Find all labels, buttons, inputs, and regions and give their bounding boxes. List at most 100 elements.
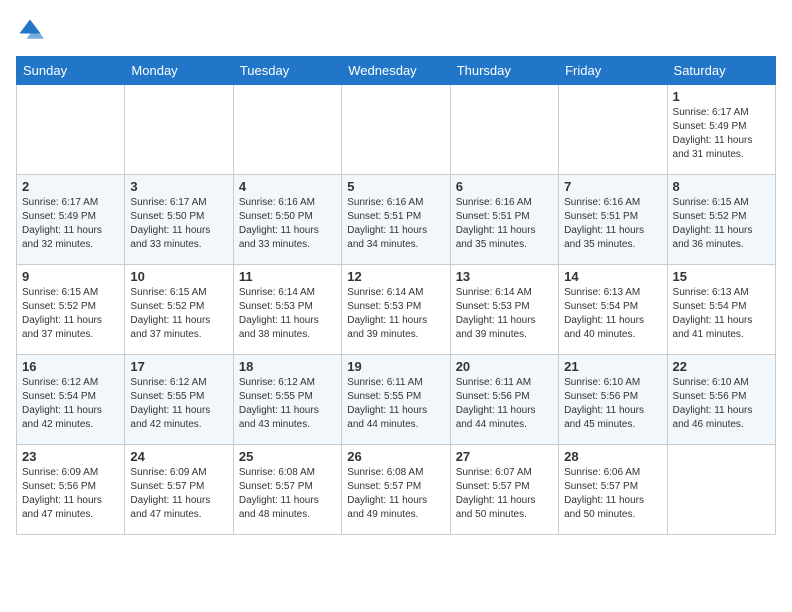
week-row-2: 2 Sunrise: 6:17 AM Sunset: 5:49 PM Daylig…	[17, 175, 776, 265]
week-row-1: 1 Sunrise: 6:17 AM Sunset: 5:49 PM Daylig…	[17, 85, 776, 175]
weekday-header-sunday: Sunday	[17, 57, 125, 85]
day-number: 14	[564, 269, 661, 284]
day-info: Sunrise: 6:12 AM Sunset: 5:55 PM Dayligh…	[130, 376, 227, 432]
calendar-table: SundayMondayTuesdayWednesdayThursdayFrid…	[16, 56, 776, 535]
calendar-cell: 9Sunrise: 6:15 AM Sunset: 5:52 PM Daylig…	[17, 265, 125, 355]
day-number: 15	[673, 269, 770, 284]
calendar-cell: 12 Sunrise: 6:14 AM Sunset: 5:53 PM Dayli…	[342, 265, 450, 355]
day-info: Sunrise: 6:16 AM Sunset: 5:51 PM Dayligh…	[564, 196, 661, 252]
weekday-header-wednesday: Wednesday	[342, 57, 450, 85]
calendar-cell: 21 Sunrise: 6:10 AM Sunset: 5:56 PM Dayli…	[559, 355, 667, 445]
day-info: Sunrise: 6:06 AM Sunset: 5:57 PM Dayligh…	[564, 466, 661, 522]
logo-icon	[16, 16, 44, 44]
calendar-cell: 28 Sunrise: 6:06 AM Sunset: 5:57 PM Dayli…	[559, 445, 667, 535]
calendar-cell: 18Sunrise: 6:12 AM Sunset: 5:55 PM Dayli…	[233, 355, 341, 445]
calendar-cell	[17, 85, 125, 175]
calendar-cell	[559, 85, 667, 175]
calendar-cell	[667, 445, 775, 535]
calendar-cell: 22 Sunrise: 6:10 AM Sunset: 5:56 PM Dayli…	[667, 355, 775, 445]
day-info: Sunrise: 6:15 AM Sunset: 5:52 PM Dayligh…	[22, 286, 119, 342]
day-number: 20	[456, 359, 553, 374]
day-number: 16	[22, 359, 119, 374]
calendar-cell: 6 Sunrise: 6:16 AM Sunset: 5:51 PM Daylig…	[450, 175, 558, 265]
calendar-cell	[125, 85, 233, 175]
weekday-header-friday: Friday	[559, 57, 667, 85]
day-number: 22	[673, 359, 770, 374]
day-number: 8	[673, 179, 770, 194]
calendar-cell: 25 Sunrise: 6:08 AM Sunset: 5:57 PM Dayli…	[233, 445, 341, 535]
day-info: Sunrise: 6:15 AM Sunset: 5:52 PM Dayligh…	[130, 286, 227, 342]
day-number: 3	[130, 179, 227, 194]
week-row-3: 9Sunrise: 6:15 AM Sunset: 5:52 PM Daylig…	[17, 265, 776, 355]
day-info: Sunrise: 6:13 AM Sunset: 5:54 PM Dayligh…	[564, 286, 661, 342]
day-info: Sunrise: 6:17 AM Sunset: 5:49 PM Dayligh…	[22, 196, 119, 252]
calendar-cell: 13 Sunrise: 6:14 AM Sunset: 5:53 PM Dayli…	[450, 265, 558, 355]
day-number: 13	[456, 269, 553, 284]
calendar-cell: 1 Sunrise: 6:17 AM Sunset: 5:49 PM Daylig…	[667, 85, 775, 175]
day-info: Sunrise: 6:11 AM Sunset: 5:55 PM Dayligh…	[347, 376, 444, 432]
day-info: Sunrise: 6:14 AM Sunset: 5:53 PM Dayligh…	[456, 286, 553, 342]
day-info: Sunrise: 6:07 AM Sunset: 5:57 PM Dayligh…	[456, 466, 553, 522]
day-info: Sunrise: 6:10 AM Sunset: 5:56 PM Dayligh…	[564, 376, 661, 432]
day-number: 17	[130, 359, 227, 374]
day-number: 5	[347, 179, 444, 194]
weekday-header-saturday: Saturday	[667, 57, 775, 85]
day-number: 2	[22, 179, 119, 194]
day-number: 7	[564, 179, 661, 194]
day-number: 25	[239, 449, 336, 464]
weekday-header-monday: Monday	[125, 57, 233, 85]
day-info: Sunrise: 6:14 AM Sunset: 5:53 PM Dayligh…	[239, 286, 336, 342]
calendar-cell: 23 Sunrise: 6:09 AM Sunset: 5:56 PM Dayli…	[17, 445, 125, 535]
day-info: Sunrise: 6:08 AM Sunset: 5:57 PM Dayligh…	[347, 466, 444, 522]
calendar-cell: 24Sunrise: 6:09 AM Sunset: 5:57 PM Dayli…	[125, 445, 233, 535]
day-number: 1	[673, 89, 770, 104]
day-number: 23	[22, 449, 119, 464]
day-number: 19	[347, 359, 444, 374]
day-info: Sunrise: 6:14 AM Sunset: 5:53 PM Dayligh…	[347, 286, 444, 342]
day-info: Sunrise: 6:13 AM Sunset: 5:54 PM Dayligh…	[673, 286, 770, 342]
day-number: 21	[564, 359, 661, 374]
day-number: 4	[239, 179, 336, 194]
calendar-cell: 7 Sunrise: 6:16 AM Sunset: 5:51 PM Daylig…	[559, 175, 667, 265]
logo	[16, 16, 48, 44]
calendar-cell	[450, 85, 558, 175]
week-row-4: 16 Sunrise: 6:12 AM Sunset: 5:54 PM Dayli…	[17, 355, 776, 445]
weekday-header-tuesday: Tuesday	[233, 57, 341, 85]
calendar-cell: 15 Sunrise: 6:13 AM Sunset: 5:54 PM Dayli…	[667, 265, 775, 355]
calendar-cell: 11 Sunrise: 6:14 AM Sunset: 5:53 PM Dayli…	[233, 265, 341, 355]
day-number: 27	[456, 449, 553, 464]
week-row-5: 23 Sunrise: 6:09 AM Sunset: 5:56 PM Dayli…	[17, 445, 776, 535]
day-info: Sunrise: 6:17 AM Sunset: 5:50 PM Dayligh…	[130, 196, 227, 252]
day-info: Sunrise: 6:12 AM Sunset: 5:54 PM Dayligh…	[22, 376, 119, 432]
page-header	[16, 16, 776, 44]
calendar-cell	[233, 85, 341, 175]
day-info: Sunrise: 6:15 AM Sunset: 5:52 PM Dayligh…	[673, 196, 770, 252]
day-number: 26	[347, 449, 444, 464]
day-info: Sunrise: 6:17 AM Sunset: 5:49 PM Dayligh…	[673, 106, 770, 162]
day-info: Sunrise: 6:08 AM Sunset: 5:57 PM Dayligh…	[239, 466, 336, 522]
calendar-cell: 4 Sunrise: 6:16 AM Sunset: 5:50 PM Daylig…	[233, 175, 341, 265]
day-info: Sunrise: 6:11 AM Sunset: 5:56 PM Dayligh…	[456, 376, 553, 432]
calendar-cell: 14 Sunrise: 6:13 AM Sunset: 5:54 PM Dayli…	[559, 265, 667, 355]
day-info: Sunrise: 6:16 AM Sunset: 5:51 PM Dayligh…	[456, 196, 553, 252]
day-number: 10	[130, 269, 227, 284]
calendar-cell: 3 Sunrise: 6:17 AM Sunset: 5:50 PM Daylig…	[125, 175, 233, 265]
day-info: Sunrise: 6:16 AM Sunset: 5:50 PM Dayligh…	[239, 196, 336, 252]
weekday-header-row: SundayMondayTuesdayWednesdayThursdayFrid…	[17, 57, 776, 85]
calendar-cell: 27 Sunrise: 6:07 AM Sunset: 5:57 PM Dayli…	[450, 445, 558, 535]
calendar-cell: 5Sunrise: 6:16 AM Sunset: 5:51 PM Daylig…	[342, 175, 450, 265]
day-info: Sunrise: 6:10 AM Sunset: 5:56 PM Dayligh…	[673, 376, 770, 432]
calendar-cell: 19 Sunrise: 6:11 AM Sunset: 5:55 PM Dayli…	[342, 355, 450, 445]
day-number: 12	[347, 269, 444, 284]
calendar-cell: 17 Sunrise: 6:12 AM Sunset: 5:55 PM Dayli…	[125, 355, 233, 445]
day-number: 28	[564, 449, 661, 464]
day-info: Sunrise: 6:09 AM Sunset: 5:57 PM Dayligh…	[130, 466, 227, 522]
day-info: Sunrise: 6:09 AM Sunset: 5:56 PM Dayligh…	[22, 466, 119, 522]
day-number: 6	[456, 179, 553, 194]
calendar-cell	[342, 85, 450, 175]
day-number: 11	[239, 269, 336, 284]
calendar-cell: 16 Sunrise: 6:12 AM Sunset: 5:54 PM Dayli…	[17, 355, 125, 445]
calendar-cell: 2 Sunrise: 6:17 AM Sunset: 5:49 PM Daylig…	[17, 175, 125, 265]
day-number: 18	[239, 359, 336, 374]
calendar-cell: 8 Sunrise: 6:15 AM Sunset: 5:52 PM Daylig…	[667, 175, 775, 265]
